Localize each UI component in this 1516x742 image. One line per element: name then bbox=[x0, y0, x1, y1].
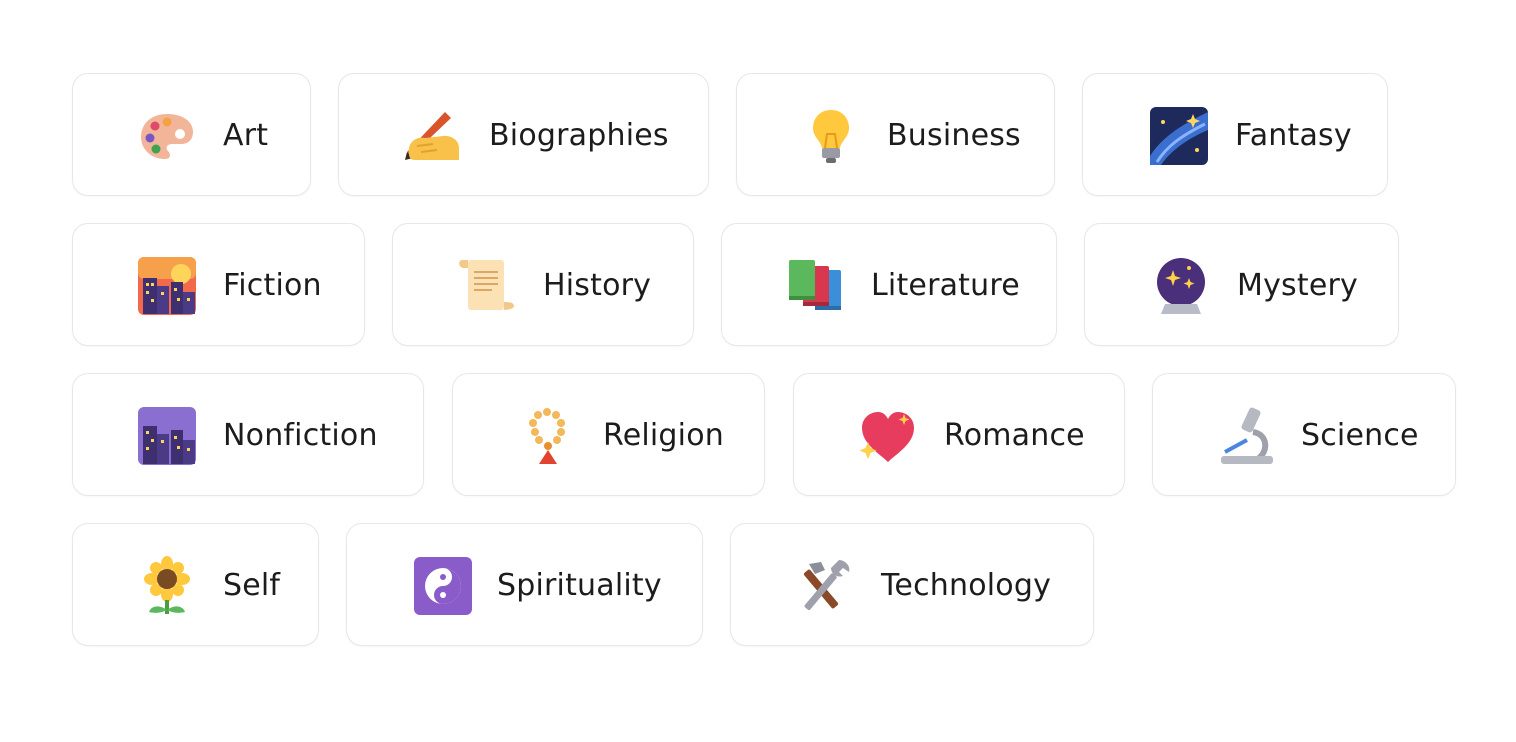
milky-way-icon bbox=[1149, 106, 1209, 166]
category-label: Fantasy bbox=[1235, 118, 1352, 153]
category-label: Mystery bbox=[1237, 268, 1358, 303]
hammer-and-wrench-icon bbox=[795, 556, 855, 616]
sparkling-heart-icon bbox=[858, 406, 918, 466]
artist-palette-icon bbox=[137, 106, 197, 166]
category-chip-self[interactable]: Self bbox=[72, 523, 319, 646]
category-chip-fantasy[interactable]: Fantasy bbox=[1082, 73, 1388, 196]
category-label: History bbox=[543, 268, 652, 303]
category-label: Biographies bbox=[489, 118, 669, 153]
category-chip-technology[interactable]: Technology bbox=[730, 523, 1094, 646]
category-chip-romance[interactable]: Romance bbox=[793, 373, 1125, 496]
category-label: Literature bbox=[871, 268, 1020, 303]
writing-hand-icon bbox=[403, 106, 463, 166]
category-chip-art[interactable]: Art bbox=[72, 73, 311, 196]
category-chip-mystery[interactable]: Mystery bbox=[1084, 223, 1399, 346]
category-label: Nonfiction bbox=[223, 418, 378, 453]
category-chip-religion[interactable]: Religion bbox=[452, 373, 765, 496]
category-label: Business bbox=[887, 118, 1021, 153]
night-with-stars-icon bbox=[137, 406, 197, 466]
prayer-beads-icon bbox=[517, 406, 577, 466]
sunflower-icon bbox=[137, 556, 197, 616]
scroll-icon bbox=[456, 256, 516, 316]
crystal-ball-icon bbox=[1151, 256, 1211, 316]
category-label: Religion bbox=[603, 418, 724, 453]
microscope-icon bbox=[1217, 406, 1277, 466]
category-chip-biographies[interactable]: Biographies bbox=[338, 73, 709, 196]
category-label: Fiction bbox=[223, 268, 322, 303]
category-chip-history[interactable]: History bbox=[392, 223, 694, 346]
category-chip-spirituality[interactable]: Spirituality bbox=[346, 523, 703, 646]
category-label: Technology bbox=[881, 568, 1052, 603]
category-label: Romance bbox=[944, 418, 1085, 453]
cityscape-at-dusk-icon bbox=[137, 256, 197, 316]
category-label: Art bbox=[223, 118, 269, 153]
category-chip-literature[interactable]: Literature bbox=[721, 223, 1057, 346]
light-bulb-icon bbox=[801, 106, 861, 166]
category-label: Self bbox=[223, 568, 281, 603]
category-chip-business[interactable]: Business bbox=[736, 73, 1055, 196]
yin-yang-icon bbox=[413, 556, 473, 616]
category-chip-nonfiction[interactable]: Nonfiction bbox=[72, 373, 424, 496]
category-label: Science bbox=[1301, 418, 1419, 453]
category-chip-science[interactable]: Science bbox=[1152, 373, 1456, 496]
category-chip-fiction[interactable]: Fiction bbox=[72, 223, 365, 346]
books-icon bbox=[785, 256, 845, 316]
category-label: Spirituality bbox=[497, 568, 662, 603]
